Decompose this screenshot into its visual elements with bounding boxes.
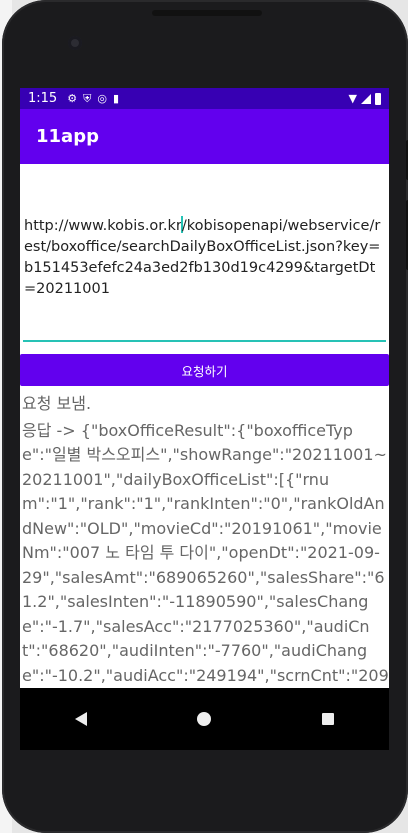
at-icon: ◎ <box>97 92 107 105</box>
home-icon[interactable] <box>197 712 212 726</box>
battery-icon <box>375 92 381 105</box>
signal-icon <box>361 93 371 104</box>
sent-message: 요청 보냄. <box>22 394 92 413</box>
status-time: 1:15 <box>28 91 58 106</box>
recents-icon[interactable] <box>321 713 334 725</box>
navigation-bar <box>20 688 389 750</box>
gear-icon: ⚙ <box>67 92 78 105</box>
shield-icon: ⛨ <box>83 91 92 105</box>
front-camera <box>68 36 82 50</box>
card-icon: ▮ <box>112 92 119 105</box>
wifi-icon: ▼ <box>348 92 357 105</box>
url-input-text[interactable]: http://www.kobis.or.kr/kobisopenapi/webs… <box>24 216 386 300</box>
request-button-label: 요청하기 <box>181 363 228 379</box>
url-input[interactable]: http://www.kobis.or.kr/kobisopenapi/webs… <box>23 164 386 342</box>
request-button[interactable]: 요청하기 <box>20 354 389 386</box>
url-text-part1: http://www.kobis.or.kr <box>24 218 182 234</box>
status-bar: 1:15 ⚙ ⛨ ◎ ▮ ▼ <box>20 88 389 109</box>
app-bar: 11app <box>20 109 389 164</box>
app-screen: 1:15 ⚙ ⛨ ◎ ▮ ▼ 11app http://www.kobis.or… <box>20 88 389 750</box>
app-title: 11app <box>36 126 99 147</box>
earpiece <box>152 10 262 16</box>
back-icon[interactable] <box>75 712 88 726</box>
